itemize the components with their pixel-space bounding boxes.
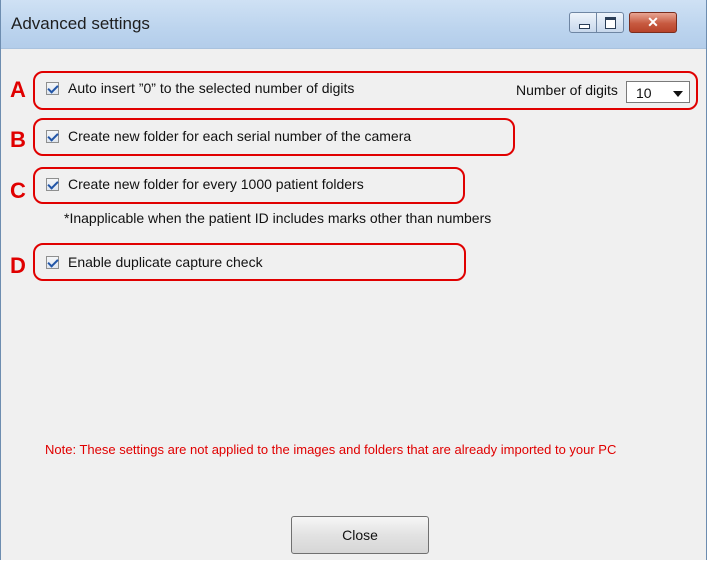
minimize-button[interactable] bbox=[569, 12, 597, 33]
inapplicable-hint: *Inapplicable when the patient ID includ… bbox=[64, 210, 492, 226]
annotation-marker-c: C bbox=[10, 178, 26, 203]
settings-note: Note: These settings are not applied to … bbox=[45, 442, 617, 457]
number-of-digits-label: Number of digits bbox=[516, 82, 618, 98]
duplicate-capture-check-label: Enable duplicate capture check bbox=[68, 254, 263, 270]
maximize-button[interactable] bbox=[596, 12, 624, 33]
number-of-digits-select[interactable]: 10 bbox=[626, 81, 690, 103]
title-bar: Advanced settings ✕ bbox=[1, 0, 706, 49]
auto-insert-zero-label: Auto insert ”0” to the selected number o… bbox=[68, 80, 355, 96]
chevron-down-icon bbox=[673, 91, 683, 97]
new-folder-per-1000-checkbox[interactable] bbox=[46, 178, 59, 191]
close-icon: ✕ bbox=[647, 14, 659, 30]
annotation-marker-a: A bbox=[10, 77, 26, 102]
new-folder-per-serial-label: Create new folder for each serial number… bbox=[68, 128, 412, 144]
window-title: Advanced settings bbox=[11, 14, 150, 33]
close-button[interactable]: Close bbox=[291, 516, 429, 554]
auto-insert-zero-checkbox[interactable] bbox=[46, 82, 59, 95]
annotation-marker-d: D bbox=[10, 253, 26, 278]
number-of-digits-value: 10 bbox=[636, 85, 652, 101]
annotation-marker-b: B bbox=[10, 127, 26, 152]
close-window-button[interactable]: ✕ bbox=[629, 12, 677, 33]
maximize-icon bbox=[605, 17, 616, 29]
duplicate-capture-check-checkbox[interactable] bbox=[46, 256, 59, 269]
new-folder-per-serial-checkbox[interactable] bbox=[46, 130, 59, 143]
minimize-icon bbox=[579, 24, 590, 29]
new-folder-per-1000-label: Create new folder for every 1000 patient… bbox=[68, 176, 364, 192]
